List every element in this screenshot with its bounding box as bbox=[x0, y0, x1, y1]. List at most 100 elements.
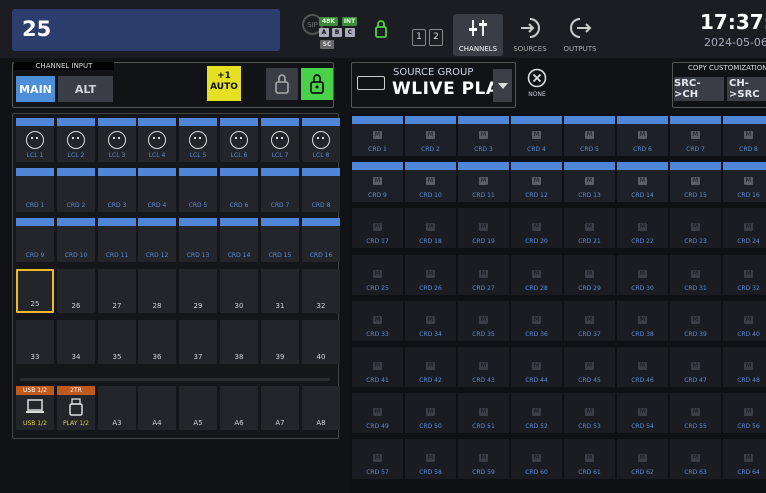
source-cell[interactable]: M CRD 53 bbox=[564, 393, 615, 433]
channel-cell[interactable]: CRD 16 bbox=[302, 218, 340, 262]
source-cell[interactable]: M CRD 22 bbox=[617, 208, 668, 248]
channel-cell[interactable]: CRD 14 bbox=[220, 218, 258, 262]
nav-outputs-button[interactable]: OUTPUTS bbox=[555, 14, 605, 56]
source-cell[interactable]: M CRD 29 bbox=[564, 255, 615, 295]
source-cell[interactable]: M CRD 55 bbox=[670, 393, 721, 433]
channel-cell[interactable]: 30 bbox=[220, 269, 258, 313]
channel-cell[interactable]: 25 bbox=[16, 269, 54, 313]
source-cell[interactable]: M CRD 6 bbox=[617, 116, 668, 156]
source-cell[interactable]: M CRD 2 bbox=[405, 116, 456, 156]
source-cell[interactable]: M CRD 62 bbox=[617, 439, 668, 479]
source-cell[interactable]: M CRD 18 bbox=[405, 208, 456, 248]
channel-cell[interactable]: 38 bbox=[220, 320, 258, 364]
channel-cell[interactable]: USB 1/2 USB 1/2 bbox=[16, 386, 54, 430]
source-cell[interactable]: M CRD 13 bbox=[564, 162, 615, 202]
page-1-button[interactable]: 1 bbox=[412, 29, 426, 46]
source-cell[interactable]: M CRD 47 bbox=[670, 347, 721, 387]
source-cell[interactable]: M CRD 11 bbox=[458, 162, 509, 202]
source-cell[interactable]: M CRD 27 bbox=[458, 255, 509, 295]
page-2-button[interactable]: 2 bbox=[429, 29, 443, 46]
source-cell[interactable]: M CRD 32 bbox=[723, 255, 766, 295]
channel-cell[interactable]: CRD 3 bbox=[98, 168, 136, 212]
source-cell[interactable]: M CRD 25 bbox=[352, 255, 403, 295]
channel-cell[interactable]: CRD 4 bbox=[138, 168, 176, 212]
source-cell[interactable]: M CRD 58 bbox=[405, 439, 456, 479]
channel-cell[interactable]: CRD 1 bbox=[16, 168, 54, 212]
channel-display[interactable]: 25 bbox=[12, 9, 280, 51]
source-cell[interactable]: M CRD 46 bbox=[617, 347, 668, 387]
source-cell[interactable]: M CRD 51 bbox=[458, 393, 509, 433]
source-cell[interactable]: M CRD 4 bbox=[511, 116, 562, 156]
channel-cell[interactable]: CRD 6 bbox=[220, 168, 258, 212]
source-cell[interactable]: M CRD 60 bbox=[511, 439, 562, 479]
source-cell[interactable]: M CRD 42 bbox=[405, 347, 456, 387]
src-to-ch-button[interactable]: SRC->CH bbox=[674, 77, 724, 101]
source-cell[interactable]: M CRD 54 bbox=[617, 393, 668, 433]
source-cell[interactable]: M CRD 24 bbox=[723, 208, 766, 248]
source-cell[interactable]: M CRD 39 bbox=[670, 301, 721, 341]
unlock-button[interactable] bbox=[266, 68, 298, 100]
channel-cell[interactable]: CRD 12 bbox=[138, 218, 176, 262]
channel-cell[interactable]: LCL 6 bbox=[220, 118, 258, 162]
source-cell[interactable]: M CRD 48 bbox=[723, 347, 766, 387]
channel-cell[interactable]: CRD 7 bbox=[261, 168, 299, 212]
none-button[interactable]: NONE bbox=[520, 66, 554, 104]
channel-cell[interactable]: LCL 7 bbox=[261, 118, 299, 162]
channel-cell[interactable]: LCL 4 bbox=[138, 118, 176, 162]
channel-cell[interactable]: CRD 13 bbox=[179, 218, 217, 262]
ch-to-src-button[interactable]: CH->SRC bbox=[727, 77, 766, 101]
channel-cell[interactable]: 2TR PLAY 1/2 bbox=[57, 386, 95, 430]
channel-cell[interactable]: A8 bbox=[302, 386, 340, 430]
source-cell[interactable]: M CRD 9 bbox=[352, 162, 403, 202]
source-cell[interactable]: M CRD 28 bbox=[511, 255, 562, 295]
source-cell[interactable]: M CRD 45 bbox=[564, 347, 615, 387]
channel-cell[interactable]: 27 bbox=[98, 269, 136, 313]
source-cell[interactable]: M CRD 37 bbox=[564, 301, 615, 341]
source-cell[interactable]: M CRD 56 bbox=[723, 393, 766, 433]
source-cell[interactable]: M CRD 41 bbox=[352, 347, 403, 387]
channel-cell[interactable]: CRD 5 bbox=[179, 168, 217, 212]
nav-sources-button[interactable]: SOURCES bbox=[505, 14, 555, 56]
channel-cell[interactable]: 35 bbox=[98, 320, 136, 364]
source-cell[interactable]: M CRD 21 bbox=[564, 208, 615, 248]
source-cell[interactable]: M CRD 3 bbox=[458, 116, 509, 156]
channel-cell[interactable]: A3 bbox=[98, 386, 136, 430]
source-cell[interactable]: M CRD 50 bbox=[405, 393, 456, 433]
lock-icon[interactable] bbox=[374, 19, 388, 39]
source-cell[interactable]: M CRD 17 bbox=[352, 208, 403, 248]
channel-cell[interactable]: LCL 5 bbox=[179, 118, 217, 162]
channel-cell[interactable]: 39 bbox=[261, 320, 299, 364]
auto-advance-button[interactable]: +1 AUTO bbox=[207, 66, 241, 101]
source-cell[interactable]: M CRD 31 bbox=[670, 255, 721, 295]
channel-cell[interactable]: A4 bbox=[138, 386, 176, 430]
source-cell[interactable]: M CRD 38 bbox=[617, 301, 668, 341]
source-cell[interactable]: M CRD 20 bbox=[511, 208, 562, 248]
source-cell[interactable]: M CRD 40 bbox=[723, 301, 766, 341]
source-cell[interactable]: M CRD 63 bbox=[670, 439, 721, 479]
source-cell[interactable]: M CRD 52 bbox=[511, 393, 562, 433]
source-cell[interactable]: M CRD 7 bbox=[670, 116, 721, 156]
source-cell[interactable]: M CRD 15 bbox=[670, 162, 721, 202]
channel-cell[interactable]: CRD 9 bbox=[16, 218, 54, 262]
channel-cell[interactable]: CRD 8 bbox=[302, 168, 340, 212]
source-cell[interactable]: M CRD 14 bbox=[617, 162, 668, 202]
source-cell[interactable]: M CRD 34 bbox=[405, 301, 456, 341]
channel-cell[interactable]: 33 bbox=[16, 320, 54, 364]
source-cell[interactable]: M CRD 35 bbox=[458, 301, 509, 341]
source-cell[interactable]: M CRD 43 bbox=[458, 347, 509, 387]
source-cell[interactable]: M CRD 36 bbox=[511, 301, 562, 341]
source-cell[interactable]: M CRD 57 bbox=[352, 439, 403, 479]
channel-cell[interactable]: 28 bbox=[138, 269, 176, 313]
source-cell[interactable]: M CRD 44 bbox=[511, 347, 562, 387]
source-cell[interactable]: M CRD 26 bbox=[405, 255, 456, 295]
nav-channels-button[interactable]: CHANNELS bbox=[453, 14, 503, 56]
source-cell[interactable]: M CRD 49 bbox=[352, 393, 403, 433]
source-cell[interactable]: M CRD 64 bbox=[723, 439, 766, 479]
alt-input-button[interactable]: ALT bbox=[58, 76, 113, 102]
channel-cell[interactable]: LCL 1 bbox=[16, 118, 54, 162]
source-cell[interactable]: M CRD 30 bbox=[617, 255, 668, 295]
channel-cell[interactable]: 29 bbox=[179, 269, 217, 313]
channel-cell[interactable]: CRD 2 bbox=[57, 168, 95, 212]
source-cell[interactable]: M CRD 61 bbox=[564, 439, 615, 479]
source-cell[interactable]: M CRD 10 bbox=[405, 162, 456, 202]
